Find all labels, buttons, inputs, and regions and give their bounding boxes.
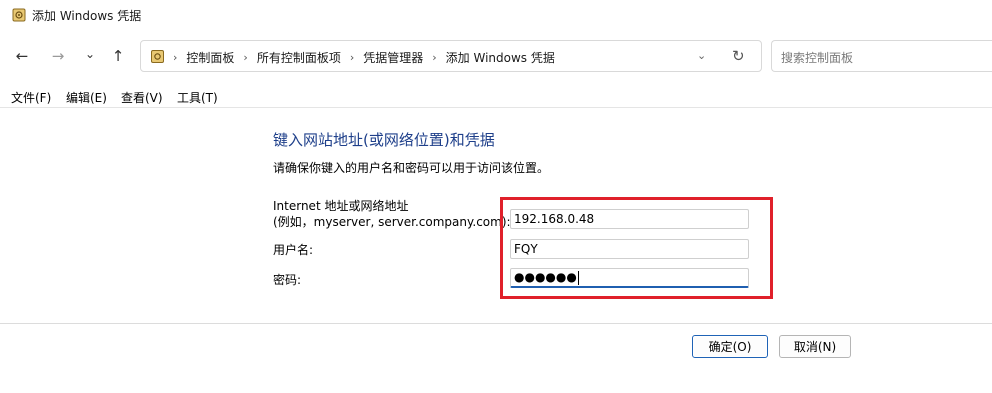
up-button[interactable]: ↑	[106, 44, 130, 68]
arrow-left-icon: ←	[15, 47, 29, 65]
back-button[interactable]: ←	[10, 44, 34, 68]
username-label: 用户名:	[273, 243, 314, 257]
address-dropdown-icon[interactable]: ⌄	[697, 49, 706, 62]
chevron-down-icon: ⌄	[84, 47, 96, 61]
navigation-bar: ← → ⌄ ↑ › 控制面板 › 所有控制面板项 › 凭据管理器 › 添加 Wi…	[0, 36, 992, 76]
cancel-button[interactable]: 取消(N)	[779, 335, 851, 358]
breadcrumb-add-credential[interactable]: 添加 Windows 凭据	[446, 49, 555, 66]
password-label: 密码:	[273, 273, 302, 287]
arrow-up-icon: ↑	[111, 47, 125, 65]
credential-manager-icon	[12, 8, 26, 22]
search-input[interactable]: 搜索控制面板	[771, 40, 992, 72]
chevron-right-icon[interactable]: ›	[432, 51, 436, 64]
page-title: 键入网站地址(或网络位置)和凭据	[273, 131, 495, 149]
address-bar[interactable]: › 控制面板 › 所有控制面板项 › 凭据管理器 › 添加 Windows 凭据…	[140, 40, 762, 72]
menu-view[interactable]: 查看(V)	[121, 89, 163, 106]
divider	[0, 323, 992, 324]
page-description: 请确保你键入的用户名和密码可以用于访问该位置。	[273, 161, 550, 175]
window-title: 添加 Windows 凭据	[32, 9, 142, 23]
forward-button[interactable]: →	[46, 44, 70, 68]
address-label-line1: Internet 地址或网络地址	[273, 199, 409, 213]
menu-bar: 文件(F) 编辑(E) 查看(V) 工具(T)	[0, 86, 992, 108]
highlight-box	[500, 197, 773, 299]
breadcrumb-credential-manager[interactable]: 凭据管理器	[363, 49, 423, 66]
menu-edit[interactable]: 编辑(E)	[66, 89, 107, 106]
recent-locations-button[interactable]: ⌄	[78, 42, 102, 66]
menu-file[interactable]: 文件(F)	[11, 89, 51, 106]
arrow-right-icon: →	[51, 47, 65, 65]
chevron-right-icon[interactable]: ›	[350, 51, 354, 64]
chevron-right-icon[interactable]: ›	[243, 51, 247, 64]
title-bar: 添加 Windows 凭据	[0, 0, 992, 30]
address-label-line2: (例如，myserver, server.company.com):	[273, 215, 511, 229]
menu-tools[interactable]: 工具(T)	[177, 89, 218, 106]
control-panel-icon	[151, 50, 164, 63]
search-placeholder: 搜索控制面板	[781, 51, 854, 65]
ok-button[interactable]: 确定(O)	[692, 335, 768, 358]
chevron-right-icon: ›	[173, 51, 178, 64]
breadcrumb-all-items[interactable]: 所有控制面板项	[257, 49, 341, 66]
breadcrumb: › 控制面板 › 所有控制面板项 › 凭据管理器 › 添加 Windows 凭据	[173, 49, 555, 66]
refresh-icon[interactable]: ↻	[732, 47, 745, 65]
breadcrumb-control-panel[interactable]: 控制面板	[186, 49, 234, 66]
